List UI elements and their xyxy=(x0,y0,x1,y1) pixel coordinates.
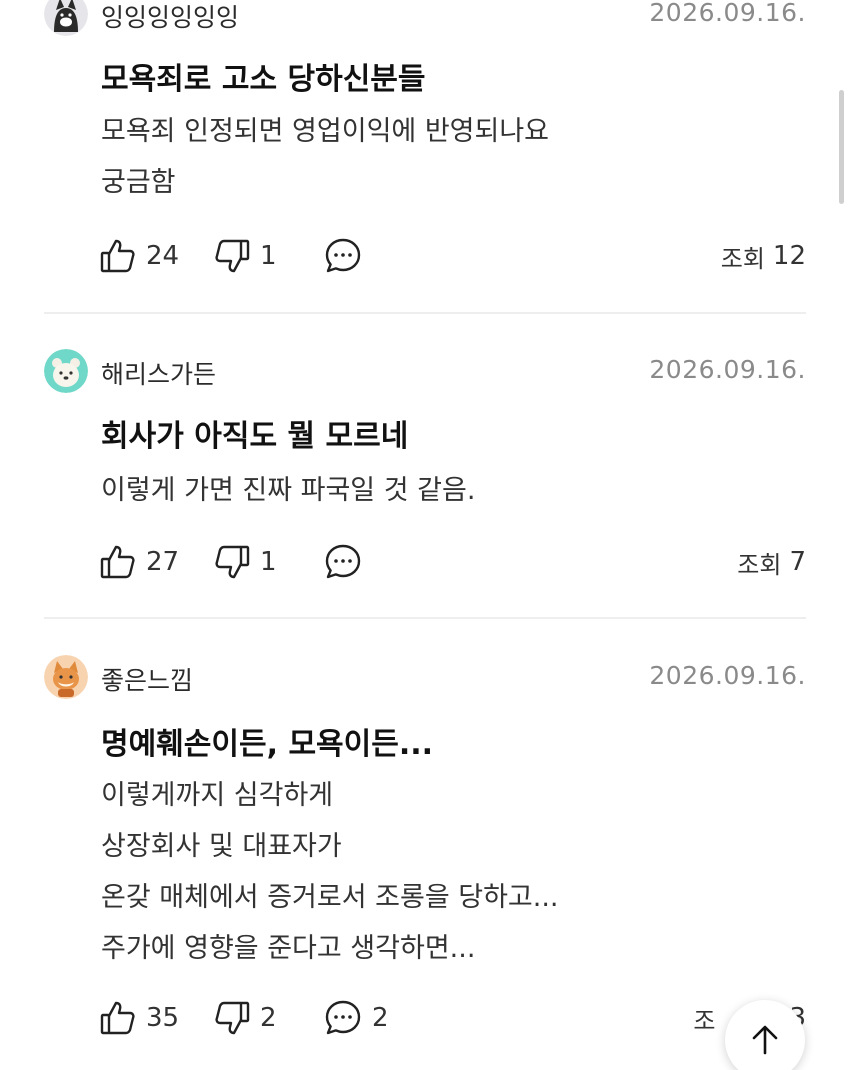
post-item[interactable]: 좋은느낌 2026.09.16. 명예훼손이든, 모욕이든... 이렇게까지 심… xyxy=(0,655,850,1070)
dislike-count: 1 xyxy=(260,241,277,271)
comment-button[interactable] xyxy=(324,540,372,584)
thumbs-down-icon xyxy=(215,1001,250,1035)
dislike-count: 2 xyxy=(260,1003,277,1033)
view-number: 12 xyxy=(772,241,806,271)
scroll-to-top-button[interactable] xyxy=(725,1000,805,1070)
post-body-line: 궁금함 xyxy=(101,167,176,198)
thumbs-down-icon xyxy=(215,545,250,579)
divider xyxy=(44,312,806,314)
post-header: 해리스가든 2026.09.16. xyxy=(44,349,806,399)
post-body-line: 이렇게 가면 진짜 파국일 것 같음. xyxy=(101,475,476,506)
thumbs-up-icon xyxy=(100,239,135,273)
post-body-line: 이렇게까지 심각하게 xyxy=(101,780,334,811)
dislike-button[interactable]: 1 xyxy=(214,234,277,278)
like-count: 35 xyxy=(146,1003,180,1033)
post-item[interactable]: 잉잉잉잉잉잉 2026.09.16. 모욕죄로 고소 당하신분들 모욕죄 인정되… xyxy=(0,0,850,312)
like-count: 24 xyxy=(146,241,180,271)
post-body[interactable]: 모욕죄 인정되면 영업이익에 반영되나요 궁금함 xyxy=(101,106,549,208)
fox-avatar-icon[interactable] xyxy=(44,655,88,699)
cat-avatar-icon[interactable] xyxy=(44,0,88,36)
post-body-line: 모욕죄 인정되면 영업이익에 반영되나요 xyxy=(101,116,550,147)
scrollbar[interactable] xyxy=(839,90,844,204)
post-body-line: 온갖 매체에서 증거로서 조롱을 당하고... xyxy=(101,882,559,913)
post-actions: 27 1 조회 7 xyxy=(100,540,806,584)
comment-feed: 잉잉잉잉잉잉 2026.09.16. 모욕죄로 고소 당하신분들 모욕죄 인정되… xyxy=(0,0,850,1070)
post-title[interactable]: 모욕죄로 고소 당하신분들 xyxy=(101,54,426,98)
view-count: 조회 12 xyxy=(721,234,806,278)
like-count: 27 xyxy=(146,547,180,577)
post-date: 2026.09.16. xyxy=(649,0,806,27)
view-label: 조회 xyxy=(720,244,765,273)
like-button[interactable]: 35 xyxy=(100,996,179,1040)
comment-count: 2 xyxy=(372,1003,389,1033)
dislike-button[interactable]: 1 xyxy=(214,540,277,584)
author-name[interactable]: 잉잉잉잉잉잉 xyxy=(101,0,239,34)
view-number: 7 xyxy=(789,547,806,577)
dislike-count: 1 xyxy=(260,547,277,577)
like-button[interactable]: 27 xyxy=(100,540,179,584)
comment-button[interactable]: 2 xyxy=(324,996,389,1040)
post-header: 잉잉잉잉잉잉 2026.09.16. xyxy=(44,0,806,42)
author-name[interactable]: 해리스가든 xyxy=(101,355,216,391)
comment-button[interactable] xyxy=(324,234,372,278)
post-actions: 35 2 2 조 3 xyxy=(100,996,806,1040)
view-label: 조 xyxy=(693,1006,716,1035)
arrow-up-icon xyxy=(752,1025,778,1055)
post-actions: 24 1 조회 12 xyxy=(100,234,806,278)
post-body[interactable]: 이렇게 가면 진짜 파국일 것 같음. xyxy=(101,465,475,516)
post-date: 2026.09.16. xyxy=(649,355,806,384)
comment-bubble-icon xyxy=(325,544,361,579)
divider xyxy=(44,617,806,619)
comment-bubble-icon xyxy=(325,1000,361,1035)
thumbs-down-icon xyxy=(215,239,250,273)
post-body-line: 주가에 영향을 준다고 생각하면... xyxy=(101,933,476,964)
post-date: 2026.09.16. xyxy=(649,661,806,690)
post-body[interactable]: 이렇게까지 심각하게 상장회사 및 대표자가 온갖 매체에서 증거로서 조롱을 … xyxy=(101,770,559,974)
thumbs-up-icon xyxy=(100,545,135,579)
comment-bubble-icon xyxy=(325,238,361,273)
bear-avatar-icon[interactable] xyxy=(44,349,88,393)
dislike-button[interactable]: 2 xyxy=(214,996,277,1040)
view-count: 조회 7 xyxy=(737,540,806,584)
like-button[interactable]: 24 xyxy=(100,234,179,278)
post-title[interactable]: 명예훼손이든, 모욕이든... xyxy=(101,719,433,763)
thumbs-up-icon xyxy=(100,1001,135,1035)
view-label: 조회 xyxy=(737,550,782,579)
post-body-line: 상장회사 및 대표자가 xyxy=(101,831,342,862)
post-header: 좋은느낌 2026.09.16. xyxy=(44,655,806,705)
post-item[interactable]: 해리스가든 2026.09.16. 회사가 아직도 뭘 모르네 이렇게 가면 진… xyxy=(0,349,850,609)
author-name[interactable]: 좋은느낌 xyxy=(101,661,193,697)
post-title[interactable]: 회사가 아직도 뭘 모르네 xyxy=(101,411,408,455)
